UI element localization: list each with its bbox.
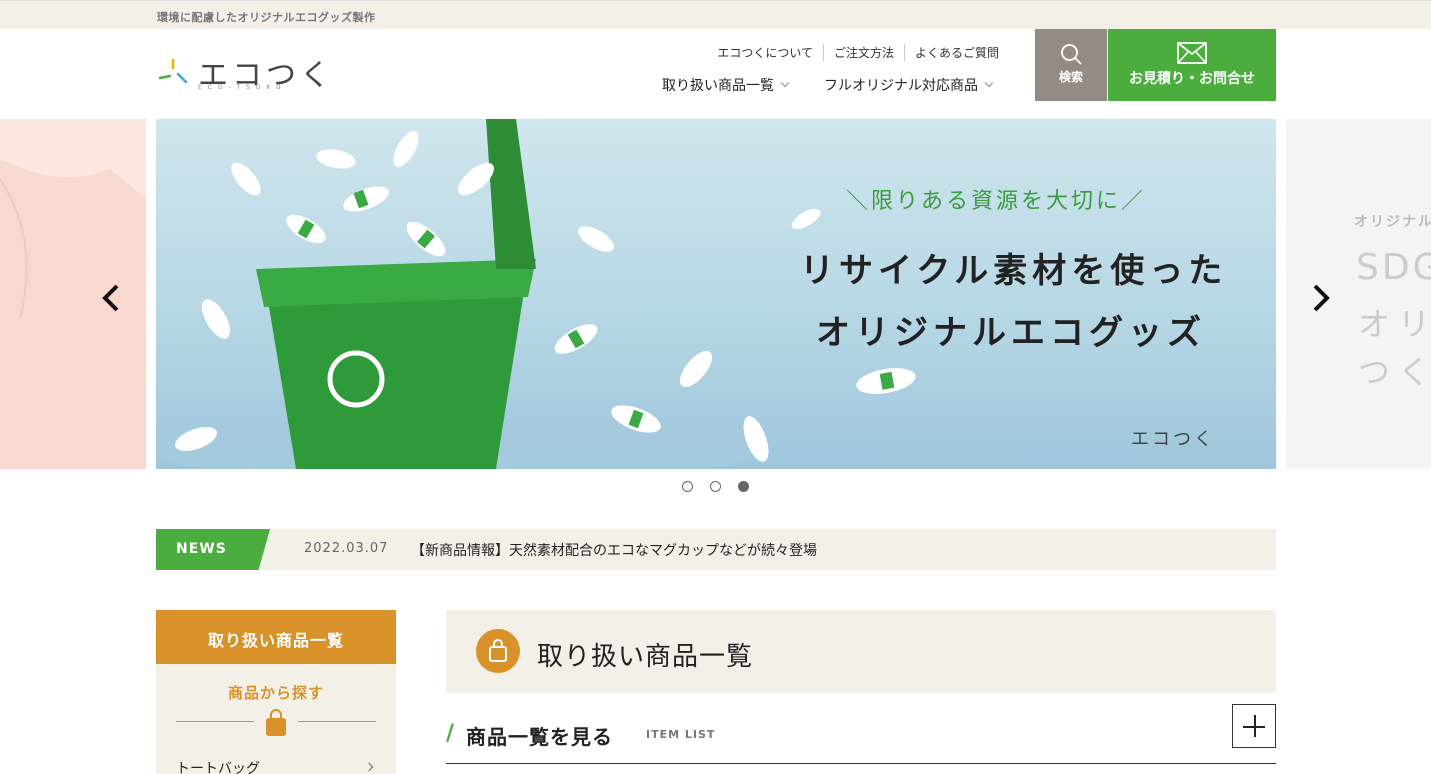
contact-button[interactable]: お見積り・お問合せ: [1108, 29, 1276, 101]
nav-products-label: 取り扱い商品一覧: [662, 78, 774, 94]
nav-full-original-label: フルオリジナル対応商品: [824, 78, 978, 94]
item-list-en: ITEM LIST: [646, 728, 716, 741]
site-tagline: 環境に配慮したオリジナルエコグッズ製作: [157, 11, 376, 24]
slash-accent-icon: /: [446, 721, 455, 746]
logo-mark-icon: [158, 58, 188, 84]
hero-tagline: ＼限りある資源を大切に／: [846, 189, 1147, 214]
next-slide-line4: つく: [1358, 353, 1431, 391]
contact-button-label: お見積り・お問合せ: [1129, 71, 1255, 87]
next-slide-line2: SDG: [1356, 247, 1431, 288]
nav-faq[interactable]: よくあるご質問: [903, 44, 1009, 61]
hero-headline-1: リサイクル素材を使った: [800, 251, 1228, 291]
divider-line: [176, 721, 254, 722]
carousel-prev-slide: [0, 119, 146, 469]
sidebar: 取り扱い商品一覧 商品から探す トートバッグ: [156, 610, 396, 774]
carousel-dot-2[interactable]: [710, 481, 721, 492]
news-label: NEWS: [156, 529, 270, 570]
next-slide-line1: オリジナル: [1354, 214, 1431, 230]
sidebar-item-tote-bag[interactable]: トートバッグ: [176, 758, 376, 774]
search-button[interactable]: 検索: [1035, 29, 1107, 101]
next-slide-line3: オリ: [1358, 305, 1431, 343]
hero-brand: エコつく: [1131, 429, 1215, 450]
shopping-bag-icon: [476, 629, 520, 673]
chevron-left-icon[interactable]: [100, 283, 122, 313]
item-list-title: 商品一覧を見る: [466, 725, 613, 749]
chevron-down-icon: [780, 78, 790, 88]
nav-order-method[interactable]: ご注文方法: [822, 44, 904, 61]
carousel-dot-3[interactable]: [738, 481, 749, 492]
section-title: 取り扱い商品一覧: [537, 642, 754, 672]
nav-about[interactable]: エコつくについて: [707, 44, 823, 61]
top-bar: 環境に配慮したオリジナルエコグッズ製作: [0, 0, 1431, 29]
news-bar[interactable]: NEWS 2022.03.07 【新商品情報】天然素材配合のエコなマグカップなど…: [156, 529, 1276, 570]
sidebar-heading: 取り扱い商品一覧: [156, 610, 396, 664]
chevron-right-icon[interactable]: [1310, 283, 1332, 313]
chevron-right-icon: [364, 762, 374, 772]
carousel-dot-1[interactable]: [682, 481, 693, 492]
logo-subtext: ECO-TSUKU: [198, 84, 287, 91]
search-button-label: 検索: [1058, 70, 1083, 84]
news-headline[interactable]: 【新商品情報】天然素材配合のエコなマグカップなどが続々登場: [411, 540, 817, 560]
carousel-next-slide: オリジナル SDG オリ つく: [1286, 119, 1431, 469]
nav-full-original[interactable]: フルオリジナル対応商品: [824, 75, 994, 95]
tshirt-image: [0, 159, 146, 469]
sidebar-subheading: 商品から探す: [227, 684, 324, 702]
expand-plus-button[interactable]: [1232, 704, 1276, 748]
search-icon: [1061, 44, 1082, 65]
news-date: 2022.03.07: [304, 541, 389, 556]
hero-headline-2: オリジナルエコグッズ: [816, 313, 1206, 353]
mail-icon: [1177, 42, 1207, 64]
item-list-header: / 商品一覧を見る ITEM LIST: [446, 704, 1276, 764]
divider-line: [298, 721, 376, 722]
utility-nav: エコつくについて ご注文方法 よくあるご質問: [707, 44, 1009, 61]
sidebar-divider: [176, 709, 376, 739]
recycle-bin-image: [156, 119, 916, 469]
hero-slide[interactable]: ＼限りある資源を大切に／ リサイクル素材を使った オリジナルエコグッズ エコつく: [156, 119, 1276, 469]
sidebar-item-label: トートバッグ: [176, 761, 260, 774]
chevron-down-icon: [984, 78, 994, 88]
shopping-bag-icon: [266, 709, 286, 736]
carousel-dots: [682, 481, 766, 492]
main-nav: 取り扱い商品一覧 フルオリジナル対応商品: [662, 75, 1028, 95]
nav-products[interactable]: 取り扱い商品一覧: [662, 75, 790, 95]
section-header: 取り扱い商品一覧: [446, 610, 1276, 693]
site-logo[interactable]: エコつく ECO-TSUKU: [156, 50, 336, 94]
